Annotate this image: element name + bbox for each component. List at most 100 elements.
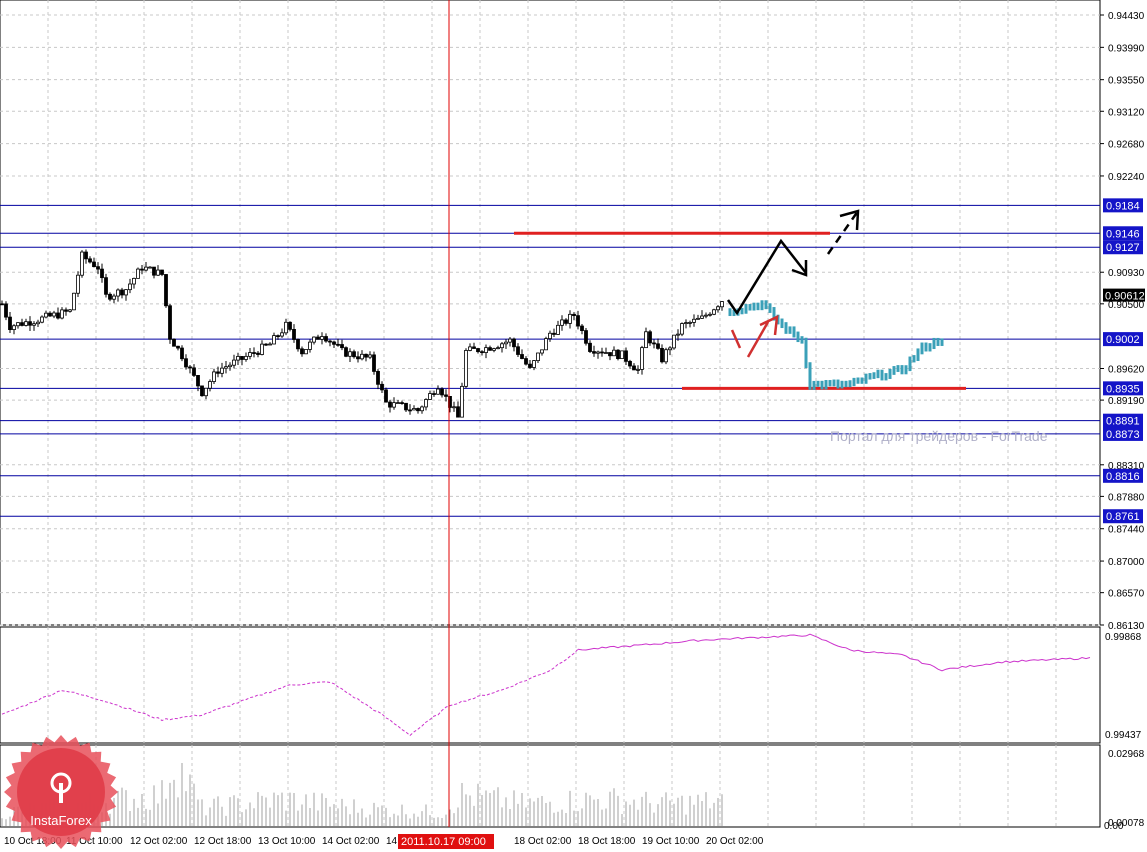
forecast-bar [856, 377, 860, 384]
candle-body [528, 363, 532, 368]
forecast-bar [904, 365, 908, 375]
candle-body [248, 352, 252, 357]
candle-body [348, 351, 352, 357]
candle-body [564, 319, 568, 324]
candle-body [284, 321, 288, 334]
forecast-bar [788, 326, 792, 334]
candle-body [456, 406, 460, 418]
price-tick-label: 0.94430 [1108, 11, 1145, 22]
price-tick-label: 0.86570 [1108, 589, 1145, 600]
level-label: 0.8761 [1106, 511, 1140, 523]
price-tick-label: 0.93990 [1108, 43, 1145, 54]
candle-body [616, 349, 620, 360]
forecast-bar [784, 322, 788, 334]
candle-body [104, 277, 108, 295]
candle-body [496, 347, 500, 350]
candle-body [112, 295, 116, 300]
candle-body [280, 332, 284, 337]
price-chart[interactable]: 0.94430 0.93990 0.93550 0.93120 0.92680 0.922… [0, 0, 1147, 852]
forecast-bar [812, 380, 816, 390]
candle-body [408, 409, 412, 412]
candle-body [660, 347, 664, 363]
candle-body [556, 324, 560, 335]
candle-body [404, 402, 408, 411]
candle-body [60, 309, 64, 319]
candle-body [168, 305, 172, 340]
candle-body [28, 321, 32, 326]
candle-body [684, 322, 688, 325]
chart-window[interactable]: 0.94430 0.93990 0.93550 0.93120 0.92680 0.922… [0, 0, 1147, 852]
candle-body [692, 318, 696, 323]
forecast-bar [760, 300, 764, 311]
level-label: 0.9184 [1106, 200, 1140, 212]
logo-text: InstaForex [30, 813, 92, 828]
price-tick-label: 0.89190 [1108, 396, 1145, 407]
candle-body [416, 408, 420, 412]
forecast-bar [836, 379, 840, 389]
candle-body [368, 354, 372, 358]
forecast-bar [880, 369, 884, 381]
candle-body [680, 323, 684, 335]
candle-body [468, 346, 472, 351]
candle-body [560, 319, 564, 326]
price-tick-label: 0.92680 [1108, 140, 1145, 151]
level-label: 0.8873 [1106, 429, 1140, 441]
level-label: 0.9127 [1106, 242, 1140, 254]
forecast-bar [748, 304, 752, 311]
candle-body [464, 350, 468, 387]
candle-body [576, 315, 580, 327]
time-tick-label: 12 Oct 18:00 [194, 836, 252, 847]
level-label: 0.8816 [1106, 471, 1140, 483]
candle-body [424, 399, 428, 408]
candle-body [596, 351, 600, 354]
candle-body [76, 274, 80, 294]
forecast-bar [816, 380, 820, 387]
forecast-bar [884, 373, 888, 381]
candle-body [600, 351, 604, 354]
candle-body [52, 312, 56, 317]
candle-body [376, 371, 380, 385]
candle-body [216, 371, 220, 374]
oscillator-tick-label: 0.99868 [1105, 632, 1142, 643]
candle-body [320, 336, 324, 340]
candle-body [328, 340, 332, 343]
candle-body [360, 353, 364, 360]
candle-body [380, 383, 384, 391]
level-label: 0.8891 [1106, 416, 1140, 428]
candle-body [156, 269, 160, 276]
candle-body [608, 352, 612, 357]
price-tick-label: 0.86130 [1108, 621, 1145, 632]
candle-body [584, 330, 588, 344]
price-tick-label: 0.93120 [1108, 107, 1145, 118]
candle-body [484, 347, 488, 353]
candle-body [624, 350, 628, 362]
candle-body [400, 402, 404, 404]
candle-body [364, 353, 368, 358]
forecast-bar [908, 356, 912, 372]
candle-body [44, 312, 48, 318]
forecast-bar [924, 342, 928, 352]
candle-body [256, 352, 260, 355]
forecast-bar [872, 372, 876, 379]
candle-body [36, 321, 40, 325]
candle-body [300, 348, 304, 355]
candle-body [652, 342, 656, 345]
price-tick-label: 0.87440 [1108, 525, 1145, 536]
candle-body [436, 388, 440, 395]
candle-body [196, 375, 200, 387]
forecast-bar [916, 348, 920, 361]
candle-body [220, 367, 224, 374]
candle-body [308, 341, 312, 350]
candle-body [460, 385, 464, 418]
forecast-bar [744, 304, 748, 314]
forecast-bar [940, 338, 944, 346]
candle-body [68, 309, 72, 312]
candle-body [388, 401, 392, 408]
forecast-bar [728, 308, 732, 317]
candle-body [4, 303, 8, 318]
forecast-bar [896, 365, 900, 372]
forecast-bar [848, 380, 852, 388]
candle-body [184, 358, 188, 368]
candle-body [244, 355, 248, 360]
candle-body [176, 345, 180, 349]
